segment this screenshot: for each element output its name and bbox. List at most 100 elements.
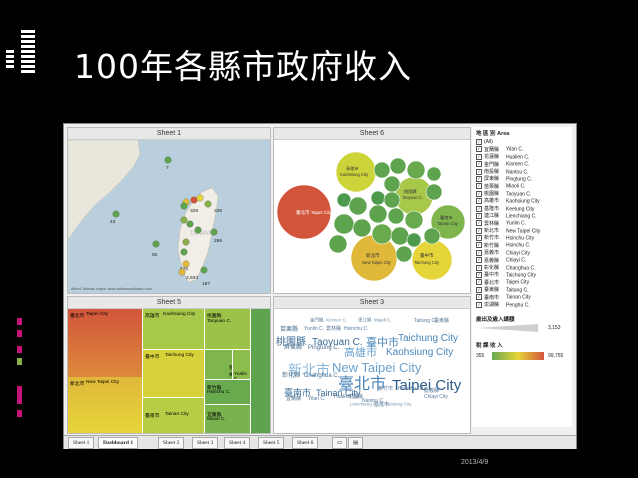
wordcloud-word[interactable]: 花蓮縣 [348, 393, 363, 400]
wordcloud-word[interactable]: Pingtung C. [308, 345, 340, 351]
wordcloud-word[interactable]: 臺東縣 [434, 317, 449, 324]
legend-filter-item[interactable]: ✓ 嘉義縣 Chiayi C. [476, 257, 572, 264]
legend-filter-item[interactable]: ✓ 花蓮縣 Hualien C. [476, 153, 572, 161]
wordcloud-word[interactable]: Hsinchu City [398, 386, 427, 392]
bubble[interactable] [383, 191, 401, 209]
bubble[interactable] [426, 166, 442, 182]
wordcloud-word[interactable]: Keelung City [386, 402, 412, 407]
bubble[interactable] [371, 223, 393, 245]
wordcloud-word[interactable]: 連江縣 [358, 317, 372, 324]
map-point[interactable] [164, 156, 172, 164]
tab-sheet-6[interactable]: Sheet 6 [292, 437, 319, 449]
bubble[interactable] [387, 207, 405, 225]
checkbox[interactable]: ✓ [476, 175, 482, 182]
bubble[interactable] [406, 232, 422, 248]
map-point[interactable] [200, 266, 208, 274]
wordcloud-word[interactable]: Kaohsiung City [386, 347, 453, 358]
treemap-cell-miaoli[interactable]: 宜蘭縣 Miaoli C. [204, 404, 252, 433]
tab-dashboard-1[interactable]: Dashboard 1 [98, 437, 139, 449]
legend-filter-item[interactable]: ✓ 苗栗縣 Miaoli C. [476, 183, 572, 190]
bubble[interactable] [389, 157, 407, 175]
treemap-cell-minor[interactable] [250, 309, 270, 433]
wordcloud-word[interactable]: Changhua C. [304, 373, 340, 379]
map-point[interactable] [210, 228, 218, 236]
wordcloud-word[interactable]: 金門縣 [310, 317, 324, 324]
checkbox[interactable]: ✓ [476, 227, 482, 234]
wordcloud-word[interactable]: Chiayi City [424, 394, 448, 400]
map-point[interactable] [112, 210, 120, 218]
wordcloud-word[interactable]: Miaoli C. [374, 318, 392, 323]
bubble-svg[interactable]: 臺北市 Taipei City 高雄市 Kaohsiung City 桃園縣 T… [274, 140, 470, 294]
map-point[interactable] [152, 240, 160, 248]
legend-filter-item[interactable]: ✓ 南投縣 Nantou C. [476, 168, 572, 176]
legend-filter-item[interactable]: ✓ 宜蘭縣 Yilan C. [476, 146, 572, 153]
map-point[interactable] [180, 202, 188, 210]
wordcloud-word[interactable]: New Taipei City [332, 360, 422, 375]
checkbox[interactable]: ✓ [476, 212, 482, 219]
legend-filter-item[interactable]: ✓ 高雄市 Kaohsiung City [476, 198, 572, 205]
checkbox[interactable]: ✓ [476, 257, 482, 264]
legend-filter-item[interactable]: ✓ 金門縣 Kinmen C. [476, 161, 572, 168]
sheet3-wordcloud-panel[interactable]: Sheet 3 金門縣 Kinmen C. 連江縣 Miaoli C. 苗栗縣 Yunli… [273, 296, 471, 434]
bubble[interactable] [370, 190, 386, 206]
checkbox[interactable]: ✓ [476, 272, 482, 279]
legend-filter-item[interactable]: ✓ 臺北市 Taipei City [476, 279, 572, 286]
legend-filter-item[interactable]: ✓ 新北市 New Taipei City [476, 227, 572, 235]
wordcloud-word[interactable]: 新竹市 [378, 385, 393, 392]
tab-sheet-3[interactable]: Sheet 3 [192, 437, 219, 449]
wordcloud-word[interactable]: Hsinchu C. [344, 326, 368, 332]
legend-filter-item[interactable]: ✓ 連江縣 Lienchiang C. [476, 212, 572, 220]
map-point[interactable] [186, 220, 194, 228]
treemap-cell-taoyuan[interactable]: 桃園縣 Taoyuan C. [204, 309, 251, 349]
treemap-cell-yunlin[interactable]: 苗栗縣 [204, 349, 234, 385]
checkbox[interactable]: ✓ [476, 301, 482, 308]
bubble[interactable] [352, 218, 372, 238]
checkbox[interactable]: ✓ [476, 153, 482, 160]
checkbox[interactable]: ✓ [476, 198, 482, 205]
tab-sheet-2[interactable]: Sheet 2 [158, 437, 185, 449]
legend-filter-item[interactable]: ✓ 臺中市 Taichung City [476, 272, 572, 279]
checkbox[interactable]: ✓ [476, 220, 482, 227]
legend-filter-item[interactable]: ✓ 彰化縣 Changhua C. [476, 264, 572, 272]
legend-filter-item[interactable]: ✓ 雲林縣 Yunlin C. [476, 220, 572, 227]
map-point[interactable] [178, 268, 186, 276]
wordcloud-word[interactable]: 嘉義縣 [424, 387, 439, 394]
checkbox[interactable]: ✓ [476, 139, 482, 145]
tab-sheet-4[interactable]: Sheet 4 [224, 437, 251, 449]
treemap-cell-taichung[interactable]: 臺中市 Taichung City [142, 349, 205, 398]
wordcloud-word[interactable]: Taichung City [398, 333, 458, 344]
checkbox[interactable]: ✓ [476, 183, 482, 190]
map-point[interactable] [194, 226, 202, 234]
checkbox[interactable]: ✓ [476, 168, 482, 175]
treemap-cell-small[interactable]: Yunlin C. [232, 349, 252, 382]
wordcloud-word[interactable]: 高雄市 [344, 345, 377, 359]
sheet5-treemap-panel[interactable]: Sheet 5 臺北市 Taipei City 新北市 New Taipei Cit… [67, 296, 271, 434]
treemap-cell-tainan[interactable]: 臺南市 Tainan City [142, 397, 205, 433]
checkbox[interactable]: ✓ [476, 279, 482, 286]
checkbox[interactable]: ✓ [476, 294, 482, 301]
bubble[interactable] [333, 213, 355, 235]
sheet1-map-panel[interactable]: Sheet 1 TAIWAN 733532843286504252,834197… [67, 127, 271, 294]
treemap-cell-kaohsiung[interactable]: 高雄市 Kaohsiung City [142, 309, 205, 349]
bubble[interactable] [328, 234, 348, 254]
new-dashboard-icon[interactable]: ▤ [348, 437, 364, 449]
wordcloud-word[interactable]: 苗栗縣 [280, 325, 298, 333]
map-point[interactable] [180, 248, 188, 256]
legend-filter-item[interactable]: ✓ 臺南市 Tainan City [476, 294, 572, 301]
bubble[interactable] [395, 245, 413, 263]
wordcloud-word[interactable]: 宜蘭縣 [286, 395, 301, 402]
bubble[interactable] [423, 227, 441, 245]
wordcloud-word[interactable]: Lienchiang C. [350, 402, 378, 407]
bubble[interactable] [383, 175, 401, 193]
checkbox[interactable]: ✓ [476, 205, 482, 212]
wordcloud-word[interactable]: 雲林縣 [326, 325, 341, 332]
map-point[interactable] [182, 238, 190, 246]
bubble[interactable] [390, 226, 410, 246]
checkbox[interactable]: ✓ [476, 146, 482, 153]
checkbox[interactable]: ✓ [476, 249, 482, 256]
legend-filter-item[interactable]: ✓ 臺東縣 Taitung C. [476, 286, 572, 294]
map-point[interactable] [190, 196, 198, 204]
bubble[interactable] [350, 234, 398, 282]
wordcloud-word[interactable]: Kinmen C. [326, 318, 347, 323]
legend-filter-item[interactable]: ✓ 基隆市 Keelung City [476, 205, 572, 213]
